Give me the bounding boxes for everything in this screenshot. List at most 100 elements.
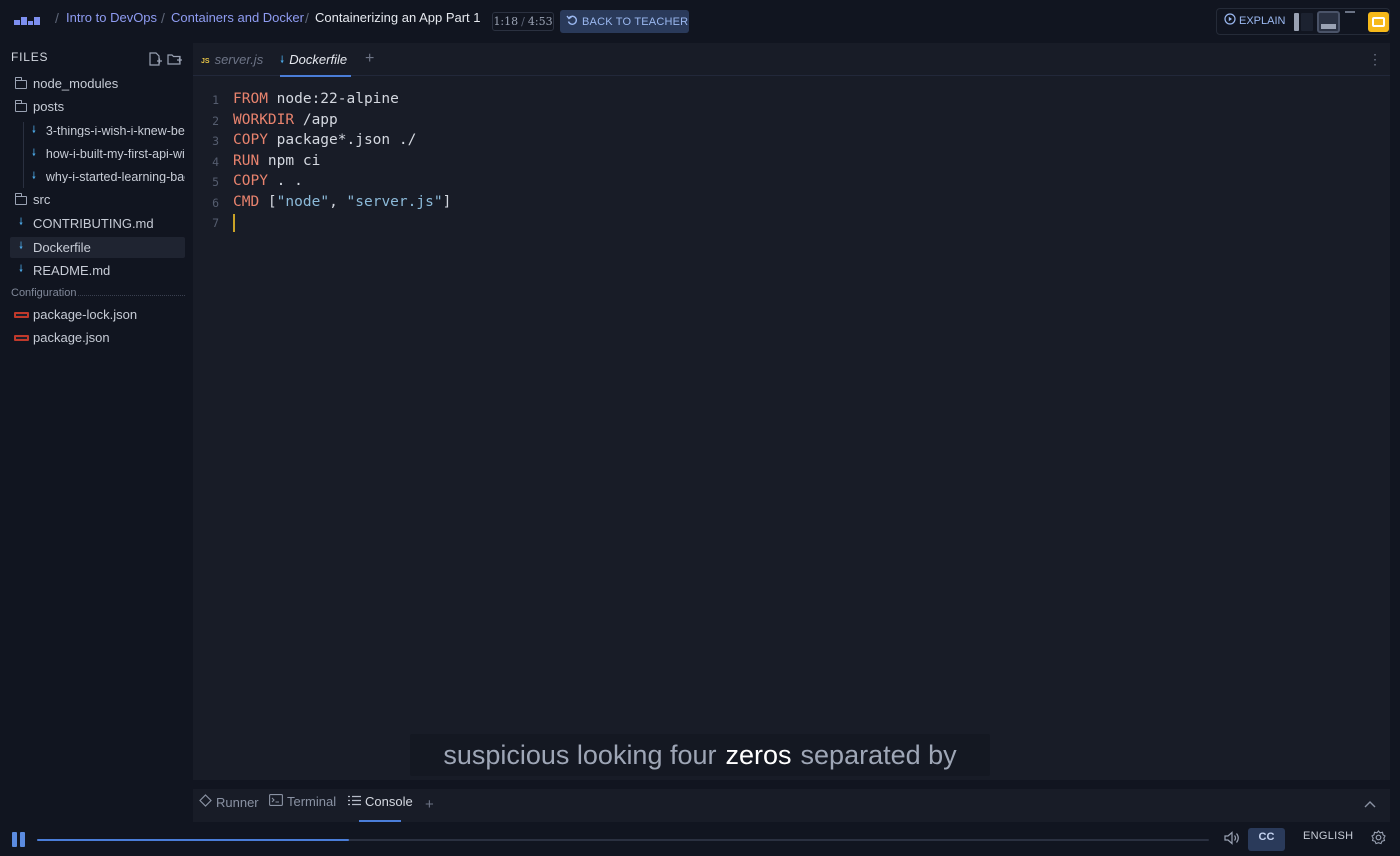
- tree-item-label: how-i-built-my-first-api-with-express.md: [45, 149, 185, 160]
- docker-file-icon: 🠗: [18, 217, 24, 228]
- line-number: 7: [212, 216, 219, 230]
- code-keyword: COPY: [233, 173, 268, 189]
- code-text: ,: [329, 193, 347, 210]
- code-text: node:22-alpine: [267, 91, 399, 107]
- configuration-section-label: Configuration: [11, 287, 77, 299]
- chevron-up-icon[interactable]: [1364, 796, 1376, 811]
- code-line: 5 COPY . .: [193, 172, 1390, 193]
- code-line: 6 CMD ["node", "server.js"]: [193, 193, 1390, 214]
- tree-item-label: posts: [33, 99, 65, 114]
- folder-open-icon: [13, 100, 29, 114]
- tab-server-js[interactable]: JS server.js: [201, 43, 263, 76]
- code-keyword: RUN: [233, 152, 260, 169]
- code-line: 1 FROM node:22-alpine: [193, 90, 1390, 111]
- code-keyword: FROM: [233, 91, 268, 107]
- code-area[interactable]: 1 FROM node:22-alpine 2 WORKDIR /app 3 C…: [193, 90, 1390, 234]
- breadcrumb-separator: /: [161, 10, 165, 26]
- code-keyword: COPY: [233, 132, 268, 148]
- tree-item-label: package-lock.json: [33, 307, 138, 322]
- more-options-icon[interactable]: ⋮: [1368, 51, 1382, 68]
- closed-captions-button[interactable]: CC: [1248, 828, 1285, 851]
- runner-icon: [199, 794, 212, 810]
- code-line: 3 COPY package*.json ./: [193, 131, 1390, 152]
- tree-item-label: package.json: [33, 330, 110, 345]
- js-icon: JS: [201, 58, 210, 65]
- line-number: 3: [212, 134, 219, 148]
- layout-bottom-panel-icon[interactable]: [1317, 11, 1340, 33]
- tab-label: Dockerfile: [289, 52, 348, 67]
- gear-icon[interactable]: [1371, 830, 1386, 849]
- section-divider: [78, 295, 185, 296]
- add-tab-icon[interactable]: +: [365, 50, 374, 68]
- tree-item-label: Dockerfile: [33, 240, 91, 255]
- tree-item-dockerfile[interactable]: 🠗 Dockerfile: [10, 237, 185, 258]
- code-editor: JS server.js 🠗 Dockerfile + ⋮ 1 FROM nod…: [193, 43, 1390, 780]
- new-file-icon[interactable]: [148, 52, 162, 69]
- docker-file-icon: 🠗: [31, 125, 37, 136]
- timer-separator: /: [521, 15, 525, 28]
- layout-panel-icon[interactable]: [1301, 13, 1313, 31]
- code-text: /app: [294, 111, 338, 128]
- docker-file-icon: 🠗: [31, 148, 37, 159]
- explain-button[interactable]: EXPLAIN: [1224, 13, 1285, 28]
- explain-label: EXPLAIN: [1239, 14, 1286, 27]
- tree-item-post-1[interactable]: 🠗 3-things-i-wish-i-knew-before-using: [23, 121, 185, 142]
- code-text: . .: [267, 173, 303, 189]
- tree-item-label: CONTRIBUTING.md: [33, 216, 154, 231]
- code-line: 2 WORKDIR /app: [193, 111, 1390, 132]
- pause-icon[interactable]: [12, 832, 26, 847]
- layout-fullscreen-icon[interactable]: [1368, 12, 1389, 32]
- docker-file-icon: 🠗: [18, 264, 24, 275]
- tree-item-label: node_modules: [33, 76, 119, 91]
- tree-item-posts[interactable]: posts: [10, 96, 185, 117]
- tree-item-post-2[interactable]: 🠗 how-i-built-my-first-api-with-express.…: [23, 144, 185, 165]
- tab-dockerfile[interactable]: 🠗 Dockerfile: [280, 43, 347, 76]
- breadcrumb-separator: /: [305, 10, 309, 26]
- undo-icon: [566, 14, 578, 29]
- npm-icon: [13, 308, 29, 322]
- tree-item-contributing[interactable]: 🠗 CONTRIBUTING.md: [10, 213, 185, 234]
- docker-file-icon: 🠗: [31, 171, 37, 182]
- folder-icon: [13, 193, 29, 207]
- top-bar: / Intro to DevOps / Containers and Docke…: [0, 0, 1400, 42]
- tab-runner[interactable]: Runner: [199, 794, 259, 810]
- line-number: 2: [212, 113, 219, 128]
- tree-item-package-json[interactable]: package.json: [10, 327, 185, 348]
- code-line: 7: [193, 213, 1390, 234]
- active-tab-indicator: [280, 75, 351, 77]
- tree-item-label: why-i-started-learning-backend: [45, 172, 185, 183]
- docker-icon: 🠗: [280, 55, 285, 66]
- code-string: "server.js": [346, 193, 443, 210]
- back-to-teacher-button[interactable]: BACK TO TEACHER: [560, 10, 689, 33]
- breadcrumb-module[interactable]: Containers and Docker: [171, 10, 304, 25]
- language-selector[interactable]: ENGLISH: [1303, 830, 1353, 842]
- app-logo[interactable]: [14, 15, 40, 27]
- code-text: package*.json ./: [267, 132, 417, 148]
- volume-icon[interactable]: [1224, 831, 1240, 848]
- line-number: 6: [212, 195, 219, 210]
- progress-bar[interactable]: [37, 839, 1209, 841]
- line-number: 5: [212, 175, 219, 189]
- caption-text: suspicious looking four: [443, 739, 717, 770]
- progress-fill: [37, 839, 349, 841]
- layout-minimize-icon[interactable]: [1345, 11, 1355, 13]
- tree-item-post-3[interactable]: 🠗 why-i-started-learning-backend: [23, 167, 185, 188]
- tree-item-node-modules[interactable]: node_modules: [10, 73, 185, 94]
- add-panel-icon[interactable]: +: [425, 796, 434, 813]
- tab-console[interactable]: Console: [348, 794, 413, 809]
- tab-terminal[interactable]: Terminal: [269, 794, 336, 809]
- code-text: npm ci: [259, 152, 321, 169]
- editor-tabs: JS server.js 🠗 Dockerfile + ⋮: [193, 43, 1390, 77]
- caption-current-word: zeros: [725, 739, 792, 770]
- tree-item-readme[interactable]: 🠗 README.md: [10, 260, 185, 281]
- tree-item-src[interactable]: src: [10, 189, 185, 210]
- new-folder-icon[interactable]: [167, 52, 183, 69]
- line-number: 1: [212, 93, 219, 107]
- code-keyword: CMD: [233, 193, 260, 210]
- layout-split-icon[interactable]: [1294, 13, 1299, 31]
- breadcrumb-course[interactable]: Intro to DevOps: [66, 10, 157, 25]
- code-text: ]: [442, 193, 452, 210]
- tree-item-package-lock[interactable]: package-lock.json: [10, 304, 185, 325]
- text-cursor: [233, 214, 235, 232]
- list-icon: [348, 794, 361, 809]
